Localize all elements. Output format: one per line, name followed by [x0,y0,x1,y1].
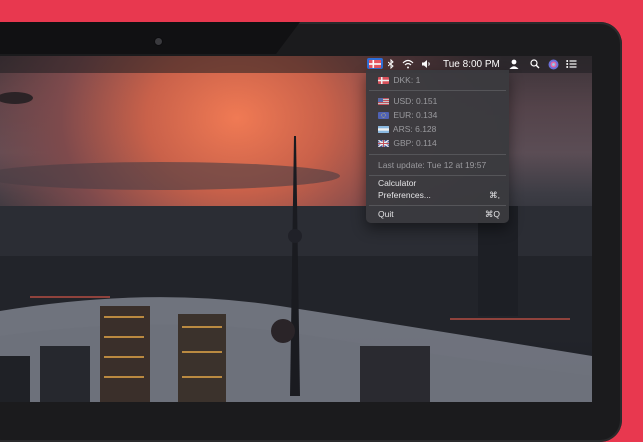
preferences-shortcut: ⌘, [489,190,500,200]
rate-ars-label: ARS: 6.128 [392,124,437,134]
denmark-flag-icon [378,77,389,84]
quit-shortcut: ⌘Q [484,209,500,219]
siri-icon[interactable] [548,59,559,73]
menu-item-rate-gbp: GBP: 0.114 [378,138,437,149]
clock[interactable]: Tue 8:00 PM [443,59,500,70]
menu-item-base-currency: DKK: 1 [378,75,420,86]
menu-item-calculator[interactable]: Calculator [378,178,416,189]
notification-center-icon[interactable] [566,59,577,72]
currency-dropdown-menu: DKK: 1 USD: 0.151 EUR: 0.134 ARS: 6.128 … [366,70,509,223]
menu-separator [369,90,506,91]
us-flag-icon [378,98,389,105]
search-icon[interactable] [530,59,540,72]
menu-separator [369,205,506,206]
currency-status-button[interactable] [367,58,383,69]
rate-eur-label: EUR: 0.134 [393,110,438,120]
last-update-label: Last update: Tue 12 at 19:57 [378,160,487,170]
menu-item-rate-eur: EUR: 0.134 [378,110,437,121]
menu-item-rate-usd: USD: 0.151 [378,96,437,107]
rate-gbp-label: GBP: 0.114 [393,138,437,148]
menu-item-quit[interactable]: Quit [378,209,394,220]
base-currency-label: DKK: 1 [393,75,421,85]
argentina-flag-icon [378,126,389,133]
camera-icon [155,38,162,45]
rate-usd-label: USD: 0.151 [393,96,438,106]
eu-flag-icon [378,112,389,119]
uk-flag-icon [378,140,389,147]
user-icon[interactable] [509,59,519,72]
denmark-flag-icon [369,59,381,68]
laptop-bezel [0,22,300,54]
menu-item-preferences[interactable]: Preferences... [378,190,431,201]
menu-separator [369,175,506,176]
menu-item-rate-ars: ARS: 6.128 [378,124,436,135]
menu-separator [369,154,506,155]
